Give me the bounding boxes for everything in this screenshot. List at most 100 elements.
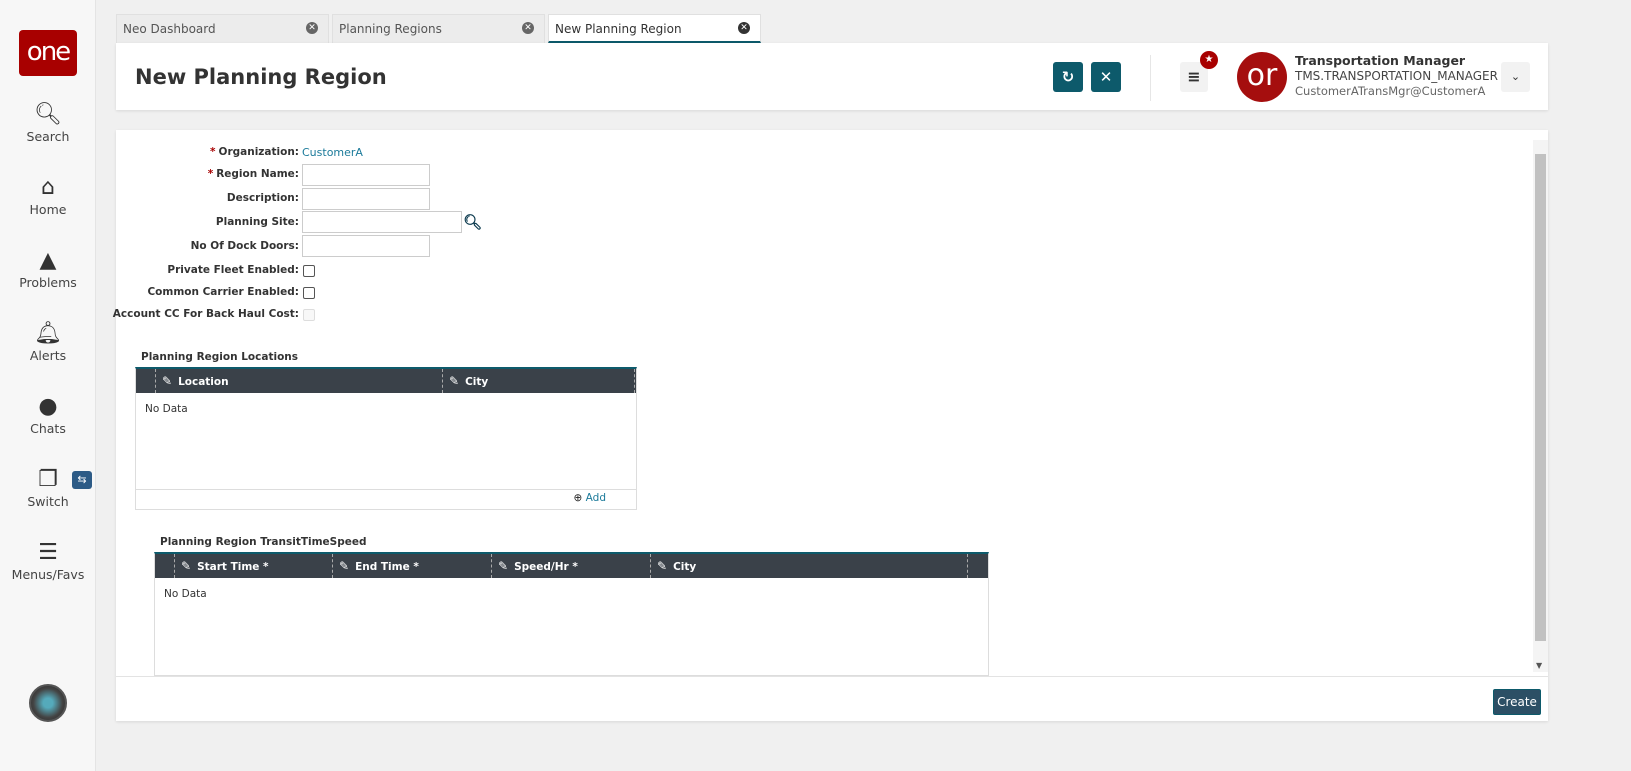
- sidebar-item-label: Problems: [19, 275, 77, 290]
- close-button[interactable]: ✕: [1091, 62, 1121, 92]
- common-carrier-checkbox[interactable]: [303, 287, 315, 299]
- tab-label: New Planning Region: [555, 22, 682, 36]
- grid-header: ✎ Start Time * ✎ End Time * ✎ Speed/Hr * ✎ C…: [155, 554, 988, 578]
- form-panel: * Organization: CustomerA * Region Name: D…: [113, 130, 1548, 721]
- chat-icon: ●: [38, 394, 58, 419]
- zoom-search-icon[interactable]: 🔍︎: [463, 213, 482, 231]
- grid-footer: ⊕ Add: [136, 489, 636, 509]
- column-label: Start Time *: [197, 561, 269, 573]
- edit-icon: ✎: [339, 559, 350, 573]
- column-end-time[interactable]: ✎ End Time *: [332, 554, 419, 578]
- sidebar-item-label: Search: [26, 129, 70, 144]
- menu-icon: ☰: [38, 540, 58, 565]
- avatar[interactable]: or: [1237, 52, 1287, 102]
- no-data-text: No Data: [145, 403, 188, 415]
- transit-grid: ✎ Start Time * ✎ End Time * ✎ Speed/Hr * ✎ C…: [154, 552, 989, 676]
- label-text: Region Name:: [216, 168, 299, 180]
- column-start-time[interactable]: ✎ Start Time *: [174, 554, 269, 578]
- edit-icon: ✎: [181, 559, 192, 573]
- organization-label: * Organization:: [210, 146, 299, 158]
- description-input[interactable]: [302, 188, 430, 210]
- sidebar-item-home[interactable]: ⌂ Home: [0, 175, 96, 218]
- planning-site-label: Planning Site:: [215, 216, 299, 228]
- tab-neo-dashboard[interactable]: Neo Dashboard ✕: [116, 14, 329, 43]
- add-button[interactable]: ⊕ Add: [574, 492, 606, 504]
- divider: [1150, 55, 1151, 101]
- column-divider: [967, 554, 968, 578]
- label-text: Organization:: [218, 146, 299, 158]
- column-divider: [634, 369, 635, 393]
- tab-label: Planning Regions: [339, 22, 442, 36]
- plus-circle-icon: ⊕: [573, 492, 586, 504]
- sidebar-item-label: Chats: [30, 421, 66, 436]
- required-mark: *: [210, 146, 216, 158]
- locations-title: Planning Region Locations: [141, 351, 299, 363]
- tab-planning-regions[interactable]: Planning Regions ✕: [332, 14, 545, 43]
- close-icon[interactable]: ✕: [738, 22, 750, 34]
- create-button[interactable]: Create: [1493, 689, 1541, 715]
- common-carrier-label: Common Carrier Enabled:: [147, 286, 299, 298]
- home-icon: ⌂: [41, 175, 55, 200]
- bell-icon: 🔔︎: [34, 321, 62, 346]
- scroll-down-icon[interactable]: ▼: [1536, 661, 1542, 670]
- sidebar-item-problems[interactable]: ▲ Problems: [0, 248, 96, 291]
- switch-arrows-icon[interactable]: ⇆: [72, 471, 92, 489]
- sidebar-item-chats[interactable]: ● Chats: [0, 394, 96, 437]
- sidebar-item-alerts[interactable]: 🔔︎ Alerts: [0, 321, 96, 364]
- column-location[interactable]: ✎ Location: [155, 369, 229, 393]
- description-label: Description:: [226, 192, 299, 204]
- star-icon: ★: [1200, 51, 1218, 69]
- user-role: TMS.TRANSPORTATION_MANAGER: [1295, 69, 1498, 83]
- sidebar-item-search[interactable]: 🔍︎ Search: [0, 102, 96, 145]
- scrollbar-thumb[interactable]: [1535, 154, 1546, 641]
- column-label: City: [673, 561, 697, 573]
- column-label: City: [465, 376, 489, 388]
- account-cc-checkbox[interactable]: [303, 309, 315, 321]
- no-data-text: No Data: [164, 588, 207, 600]
- assistant-avatar[interactable]: [29, 684, 67, 722]
- column-label: End Time *: [355, 561, 419, 573]
- edit-icon: ✎: [449, 374, 460, 388]
- sidebar-item-label: Home: [29, 202, 67, 217]
- sidebar-item-menus-favs[interactable]: ☰ Menus/Favs: [0, 540, 96, 583]
- app-logo[interactable]: one: [19, 30, 77, 76]
- page-header: New Planning Region ↻ ✕ ≡ ★ or Transport…: [116, 43, 1548, 110]
- column-city[interactable]: ✎ City: [650, 554, 696, 578]
- close-icon: ✕: [1099, 68, 1113, 86]
- vertical-scrollbar[interactable]: ▼: [1533, 140, 1548, 672]
- sidebar-item-label: Switch: [27, 494, 69, 509]
- column-label: Location: [178, 376, 229, 388]
- edit-icon: ✎: [162, 374, 173, 388]
- menu-icon: ≡: [1187, 67, 1201, 86]
- page-title: New Planning Region: [135, 65, 387, 89]
- organization-value[interactable]: CustomerA: [302, 146, 363, 159]
- close-icon[interactable]: ✕: [522, 22, 534, 34]
- grid-header: ✎ Location ✎ City: [136, 369, 636, 393]
- column-speed[interactable]: ✎ Speed/Hr *: [491, 554, 578, 578]
- close-icon[interactable]: ✕: [306, 22, 318, 34]
- refresh-icon: ↻: [1061, 68, 1075, 86]
- warning-icon: ▲: [39, 248, 57, 273]
- private-fleet-checkbox[interactable]: [303, 265, 315, 277]
- region-name-input[interactable]: [302, 164, 430, 186]
- transit-title: Planning Region TransitTimeSpeed: [160, 536, 367, 548]
- locations-grid: ✎ Location ✎ City No Data ⊕ Add: [135, 367, 637, 510]
- planning-site-input[interactable]: [302, 211, 462, 233]
- divider: [116, 676, 1548, 677]
- sidebar: one 🔍︎ Search ⌂ Home ▲ Problems 🔔︎ Alerts ● C…: [0, 0, 96, 771]
- chevron-down-icon: ⌄: [1510, 70, 1521, 83]
- sidebar-item-label: Alerts: [29, 348, 67, 363]
- column-label: Speed/Hr *: [514, 561, 578, 573]
- dock-doors-label: No Of Dock Doors:: [190, 240, 299, 252]
- refresh-button[interactable]: ↻: [1053, 62, 1083, 92]
- column-city[interactable]: ✎ City: [442, 369, 488, 393]
- tab-label: Neo Dashboard: [123, 22, 216, 36]
- search-icon: 🔍︎: [34, 102, 62, 127]
- edit-icon: ✎: [498, 559, 509, 573]
- edit-icon: ✎: [657, 559, 668, 573]
- user-name: Transportation Manager: [1295, 53, 1466, 68]
- user-dropdown-button[interactable]: ⌄: [1501, 62, 1530, 92]
- region-name-label: * Region Name:: [208, 168, 299, 180]
- tab-new-planning-region[interactable]: New Planning Region ✕: [548, 14, 761, 43]
- dock-doors-input[interactable]: [302, 235, 430, 257]
